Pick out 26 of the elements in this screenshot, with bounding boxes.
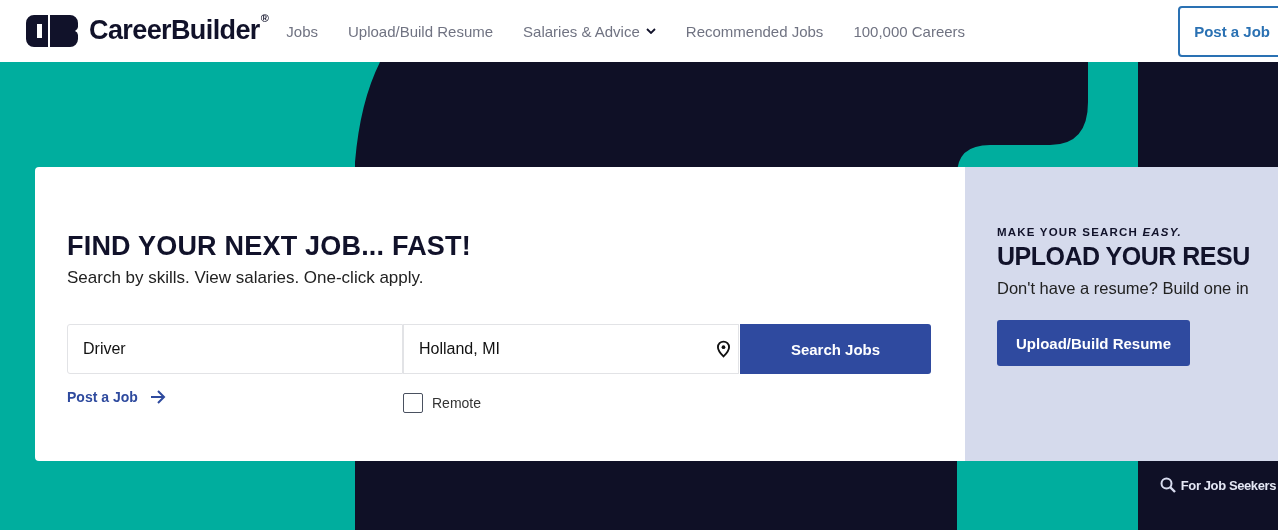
search-jobs-button[interactable]: Search Jobs	[740, 324, 931, 374]
search-icon	[1159, 477, 1176, 493]
logo-icon	[26, 15, 78, 47]
location-field[interactable]: Holland, MI	[403, 324, 739, 374]
job-seekers-label: For Job Seekers	[1180, 477, 1276, 493]
panel-eyebrow: MAKE YOUR SEARCH EASY.	[997, 226, 1183, 238]
post-job-link[interactable]: Post a Job	[67, 389, 138, 405]
remote-label: Remote	[432, 395, 482, 411]
nav-link[interactable]: Upload/Build Resume	[348, 22, 494, 40]
location-pin-icon	[717, 340, 730, 358]
remote-checkbox[interactable]	[403, 393, 423, 413]
nav-link[interactable]: Recommended Jobs	[685, 22, 824, 40]
job-seekers-link[interactable]: For Job Seekers	[1159, 477, 1276, 493]
upload-resume-button[interactable]: Upload/Build Resume	[997, 320, 1191, 366]
nav-link[interactable]: Salaries & Advice	[523, 22, 656, 40]
logo-text[interactable]: CareerBuilder$^{®}$	[89, 14, 269, 46]
hero-subtitle: Search by skills. View salaries. One-click apply.	[67, 268, 425, 288]
post-job-button[interactable]: Post a Job	[1178, 5, 1278, 57]
nav-link[interactable]: Jobs	[286, 22, 318, 40]
nav-link[interactable]: 100,000 Careers	[853, 22, 966, 40]
keyword-field[interactable]: Driver	[67, 324, 403, 374]
panel-title: UPLOAD YOUR RESU	[997, 242, 1251, 271]
arrow-right-icon	[149, 390, 166, 404]
hero-title: FIND YOUR NEXT JOB... FAST!	[67, 231, 472, 262]
panel-text: Don't have a resume? Build one in	[997, 279, 1250, 298]
chevron-down-icon	[645, 28, 656, 34]
